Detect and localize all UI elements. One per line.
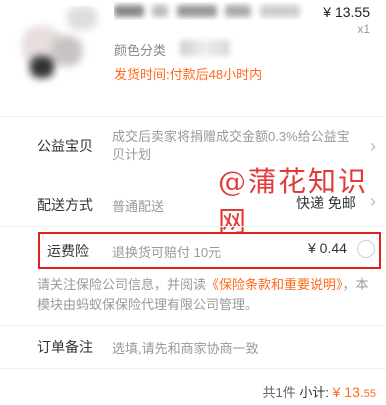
notice-prefix: 请关注保险公司信息，并阅读 xyxy=(37,277,207,292)
insurance-label: 运费险 xyxy=(47,243,89,259)
product-color-label: 颜色分类 xyxy=(114,43,167,58)
remark-input[interactable]: 选填,请先和商家协商一致 xyxy=(112,338,259,357)
charity-label: 公益宝贝 xyxy=(37,138,93,154)
charity-text: 成交后卖家将捐赠成交金额0.3%给公益宝贝计划 xyxy=(112,129,350,162)
delivery-value: 普通配送 xyxy=(112,199,165,214)
product-quantity: x1 xyxy=(357,22,370,36)
delivery-label: 配送方式 xyxy=(37,197,93,213)
subtotal-decimal: 55 xyxy=(363,388,376,400)
subtotal-label: 小计: xyxy=(299,385,329,400)
divider xyxy=(0,368,386,369)
remark-label: 订单备注 xyxy=(37,339,93,355)
insurance-radio-button[interactable] xyxy=(357,240,375,258)
insurance-description: 退换货可赔付 10元 xyxy=(112,245,222,260)
delivery-option[interactable]: 快递 免邮 xyxy=(296,193,356,213)
order-summary: 共1件 小计: ¥ 13.55 xyxy=(263,382,377,401)
subtotal-amount: ¥ 13.55 xyxy=(333,384,376,400)
insurance-price: ¥ 0.44 xyxy=(308,240,347,256)
insurance-notice: 请关注保险公司信息，并阅读《保险条款和重要说明》，本模块由蚂蚁保保险代理有限公司… xyxy=(37,275,377,315)
ship-time-text: 发货时间:付款后48小时内 xyxy=(114,67,263,82)
product-color-obscured xyxy=(180,40,230,56)
subtotal-integer: ¥ 13. xyxy=(332,384,364,400)
chevron-right-icon[interactable]: › xyxy=(370,136,376,157)
insurance-terms-link[interactable]: 《保险条款和重要说明》 xyxy=(206,277,343,292)
product-price: ¥ 13.55 xyxy=(323,4,370,20)
product-thumbnail[interactable] xyxy=(12,6,106,100)
product-title-obscured xyxy=(114,2,304,20)
divider xyxy=(0,226,386,227)
item-count: 共1件 xyxy=(262,385,296,400)
divider xyxy=(0,325,386,326)
product-card[interactable]: ¥ 13.55 x1 颜色分类 发货时间:付款后48小时内 xyxy=(0,0,386,100)
divider xyxy=(0,116,386,117)
chevron-right-icon[interactable]: › xyxy=(370,191,376,212)
